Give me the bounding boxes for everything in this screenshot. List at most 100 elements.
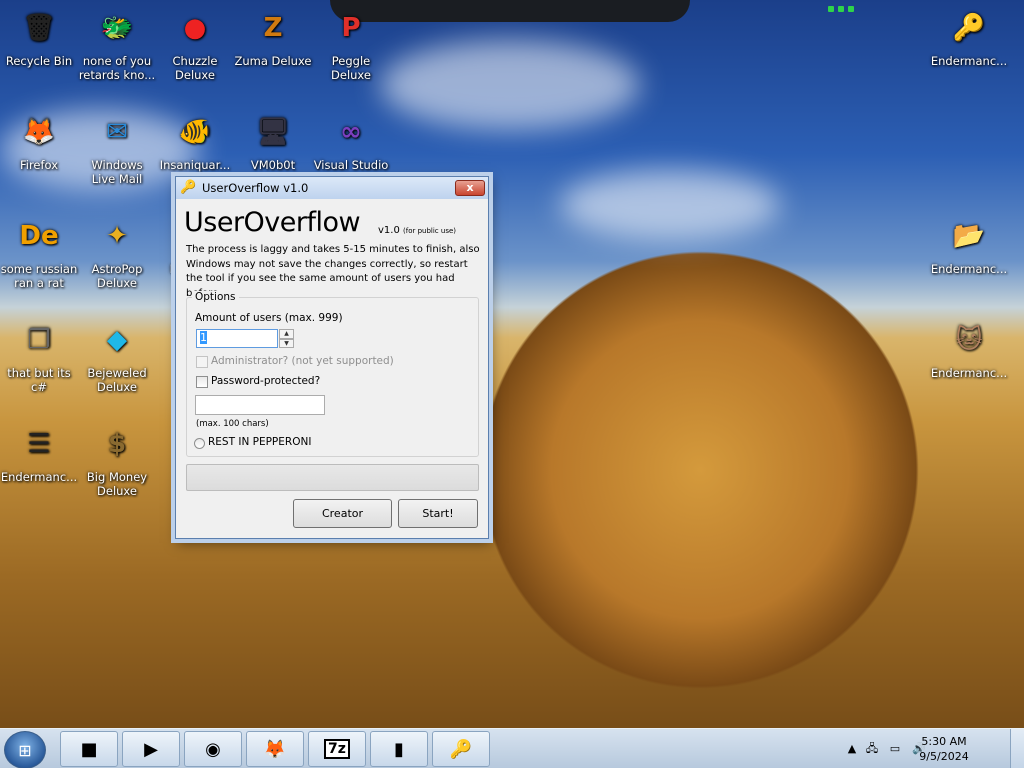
taskbar-button[interactable]: 7z — [308, 731, 366, 767]
de-app-icon: De — [19, 221, 59, 251]
desktop-shortcut[interactable]: ✉ Windows Live Mail — [78, 110, 156, 186]
desktop-shortcut[interactable]: ● Chuzzle Deluxe — [156, 6, 234, 82]
desktop-shortcut[interactable]: ☰ Endermanc... — [0, 422, 78, 484]
desktop-shortcut-label: Peggle Deluxe — [331, 54, 371, 82]
windows-live-mail-icon: ✉ — [106, 117, 128, 147]
desktop-shortcut[interactable]: 🐱 Endermanc... — [930, 318, 1008, 380]
desktop-shortcut-label: AstroPop Deluxe — [91, 262, 143, 290]
desktop-shortcut[interactable]: 🗑 Recycle Bin — [0, 6, 78, 68]
black-box-app-icon: ■ — [80, 738, 98, 760]
taskbar-button[interactable]: ▮ — [370, 731, 428, 767]
chuzzle-icon: ● — [183, 13, 207, 43]
desktop-shortcut[interactable]: 🐠 Insaniquar... — [156, 110, 234, 172]
administrator-label: Administrator? (not yet supported) — [211, 355, 394, 367]
taskbar-button[interactable]: 🦊 — [246, 731, 304, 767]
desktop-shortcut-label: Big Money Deluxe — [86, 470, 148, 498]
astropop-icon: ✦ — [106, 221, 128, 251]
desktop-shortcut[interactable]: De some russian ran a rat — [0, 214, 78, 290]
firefox-icon: 🦊 — [263, 738, 287, 760]
start-button[interactable]: Start! — [398, 499, 478, 528]
goldfish-icon: 🐠 — [178, 117, 212, 147]
administrator-checkbox[interactable] — [196, 356, 208, 368]
desktop-shortcut[interactable]: 🔑 Endermanc... — [930, 6, 1008, 68]
app-heading: UserOverflow — [184, 207, 361, 238]
taskbar-button[interactable]: ◉ — [184, 731, 242, 767]
desktop-shortcut-label: none of you retards kno... — [78, 54, 156, 82]
desktop-shortcut[interactable]: ❐ that but its c# — [0, 318, 78, 394]
rest-in-pepperoni-label: REST IN PEPPERONI — [208, 436, 312, 448]
close-button[interactable]: x — [455, 180, 485, 196]
tray-expand-icon[interactable]: ▲ — [845, 742, 859, 756]
desktop-shortcut[interactable]: 🦊 Firefox — [0, 110, 78, 172]
useroverflow-key-icon: 🔑 — [449, 738, 473, 760]
taskbar: ⊞ ■ ▶ ◉ 🦊 7z ▮ 🔑 ▲ 🖧 ▭ 🔊 5:30 AM 9/5/2024 — [0, 728, 1024, 768]
creator-button[interactable]: Creator — [293, 499, 392, 528]
sky-cloud — [560, 170, 780, 240]
recycle-bin-icon: 🗑 — [22, 13, 56, 43]
password-protected-checkbox[interactable] — [196, 376, 208, 388]
peggle-icon: P — [341, 13, 361, 43]
password-hint: (max. 100 chars) — [196, 419, 269, 429]
options-group-label: Options — [192, 291, 239, 303]
start-button-windows-icon[interactable]: ⊞ — [4, 731, 46, 768]
stacked-windows-icon: ❐ — [27, 325, 51, 355]
clock[interactable]: 5:30 AM 9/5/2024 — [914, 734, 974, 764]
desktop-shortcut-label: Visual Studio — [313, 158, 389, 172]
taskbar-button[interactable]: 🔑 — [432, 731, 490, 767]
progress-bar — [186, 464, 479, 491]
money-bag-icon: $ — [107, 429, 127, 459]
desktop-shortcut-label: that but its c# — [7, 366, 71, 394]
console-window-icon: ☰ — [27, 429, 51, 459]
tray-monitor-icon[interactable]: ▭ — [888, 742, 902, 756]
desktop-shortcut[interactable]: $ Big Money Deluxe — [78, 422, 156, 498]
clock-date: 9/5/2024 — [919, 750, 969, 763]
visual-studio-icon: ∞ — [340, 117, 362, 147]
desktop-shortcut-label: Firefox — [19, 158, 59, 172]
show-desktop-button[interactable] — [1010, 729, 1024, 768]
desktop-shortcut[interactable]: ✦ AstroPop Deluxe — [78, 214, 156, 290]
password-field[interactable] — [195, 395, 325, 415]
tray-network-app-icon[interactable]: 🖧 — [865, 742, 879, 756]
desktop-shortcut-label: Endermanc... — [0, 470, 78, 484]
desktop-shortcut-label: Bejeweled Deluxe — [87, 366, 147, 394]
stepper-up-icon[interactable]: ▲ — [279, 329, 294, 339]
desktop-shortcut-label: Endermanc... — [930, 262, 1008, 276]
taskbar-button[interactable]: ■ — [60, 731, 118, 767]
desktop-shortcut[interactable]: Z Zuma Deluxe — [234, 6, 312, 68]
status-leds — [828, 6, 854, 12]
desktop-shortcut-label: Insaniquar... — [159, 158, 231, 172]
vm-monitor-icon: 🖥 — [256, 117, 290, 147]
sky-cloud — [380, 40, 640, 130]
amount-of-users-value: 1 — [200, 331, 207, 344]
desktop-shortcut[interactable]: 🐲 none of you retards kno... — [78, 6, 156, 82]
key-app-icon: 🔑 — [180, 180, 197, 195]
clock-time: 5:30 AM — [921, 735, 967, 748]
desktop-shortcut[interactable]: ∞ Visual Studio — [312, 110, 390, 172]
amount-of-users-input[interactable]: 1 — [196, 329, 278, 348]
stepper-down-icon[interactable]: ▼ — [279, 338, 294, 348]
desktop-shortcut-label: Endermanc... — [930, 54, 1008, 68]
dark-globe-icon: ◉ — [205, 738, 221, 760]
password-protected-label: Password-protected? — [211, 375, 321, 387]
desktop-shortcut[interactable]: ◆ Bejeweled Deluxe — [78, 318, 156, 394]
bejeweled-gem-icon: ◆ — [107, 325, 127, 355]
dark-app-icon: ▮ — [394, 738, 404, 760]
desktop-shortcut-label: VM0b0t — [250, 158, 296, 172]
media-player-icon: ▶ — [144, 738, 158, 760]
desktop-shortcut[interactable]: 📂 Endermanc... — [930, 214, 1008, 276]
desktop-shortcut-label: Recycle Bin — [5, 54, 73, 68]
useroverflow-window: 🔑 UserOverflow v1.0 x UserOverflow v1.0 … — [175, 176, 489, 539]
window-titlebar[interactable]: 🔑 UserOverflow v1.0 — [176, 177, 488, 199]
key-shortcut-icon: 🔑 — [952, 13, 986, 43]
rest-in-pepperoni-radio[interactable] — [194, 438, 205, 449]
firefox-icon: 🦊 — [22, 117, 56, 147]
desktop-shortcut-label: Chuzzle Deluxe — [172, 54, 218, 82]
zuma-icon: Z — [263, 13, 283, 43]
taskbar-button[interactable]: ▶ — [122, 731, 180, 767]
cat-photo-icon: 🐱 — [955, 325, 983, 355]
desktop-shortcut-label: some russian ran a rat — [0, 262, 78, 290]
version-note: (for public use) — [403, 227, 457, 235]
amount-stepper[interactable]: ▲ ▼ — [279, 329, 294, 348]
desktop-shortcut[interactable]: 🖥 VM0b0t — [234, 110, 312, 172]
desktop-shortcut[interactable]: P Peggle Deluxe — [312, 6, 390, 82]
